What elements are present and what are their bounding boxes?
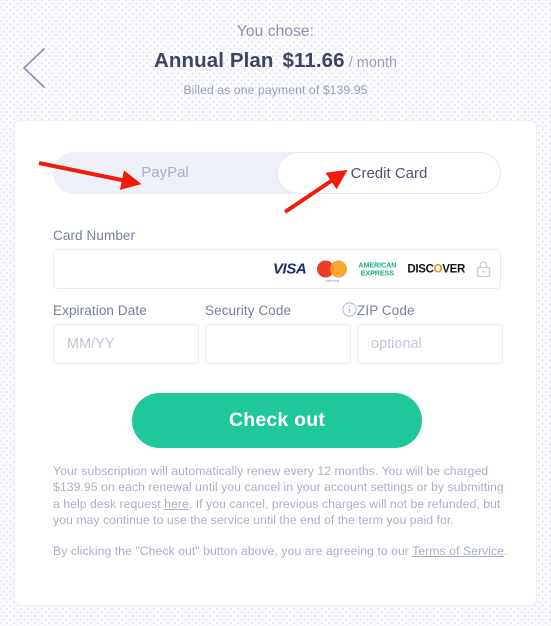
help-desk-link[interactable]: here	[164, 497, 189, 511]
fine-print: Your subscription will automatically ren…	[53, 463, 513, 559]
terms-of-service-link[interactable]: Terms of Service	[412, 544, 504, 558]
expiration-date-input[interactable]: MM/YY	[53, 324, 199, 364]
expiration-date-label: Expiration Date	[53, 303, 147, 318]
mastercard-right-circle	[330, 260, 348, 278]
renewal-disclaimer: Your subscription will automatically ren…	[53, 463, 513, 528]
you-chose-label: You chose:	[236, 23, 315, 40]
zip-code-placeholder: optional	[371, 336, 422, 352]
back-button[interactable]	[18, 45, 52, 91]
lock-icon	[476, 261, 491, 278]
info-circle-icon[interactable]	[342, 302, 357, 322]
mastercard-wordmark: mastercard	[325, 279, 340, 283]
plan-line: Annual Plan $11.66/ month	[0, 48, 551, 76]
chevron-left-icon	[23, 48, 45, 88]
mastercard-logo: mastercard	[317, 260, 348, 283]
plan-summary-header: You chose: Annual Plan $11.66/ month Bill…	[0, 22, 551, 97]
tab-credit-card[interactable]: Credit Card	[277, 152, 501, 194]
terms-text-part1: By clicking the "Check out" button above…	[53, 544, 413, 559]
zip-code-label: ZIP Code	[357, 303, 415, 318]
plan-period: / month	[348, 55, 398, 71]
security-code-label: Security Code	[205, 303, 292, 318]
card-number-label: Card Number	[53, 228, 136, 243]
expiration-placeholder: MM/YY	[67, 336, 115, 352]
visa-logo: VISA	[272, 260, 307, 278]
accepted-card-brands: VISA mastercard AMERICAN EXPRESS DISCOVE…	[272, 260, 491, 283]
card-number-input[interactable]: VISA mastercard AMERICAN EXPRESS DISCOVE…	[53, 249, 501, 289]
terms-text-part2: .	[504, 544, 508, 559]
american-express-logo: AMERICAN EXPRESS	[358, 261, 396, 276]
plan-name: Annual Plan	[153, 49, 274, 72]
check-out-button[interactable]: Check out	[132, 393, 422, 448]
terms-disclaimer: By clicking the "Check out" button above…	[53, 543, 513, 559]
plan-price: $11.66	[282, 49, 345, 72]
checkout-card: PayPal Credit Card Card Number VISA mast…	[14, 120, 537, 606]
zip-code-input[interactable]: optional	[357, 324, 503, 364]
tab-paypal[interactable]: PayPal	[53, 152, 277, 194]
security-code-input[interactable]	[205, 324, 351, 364]
discover-logo: DISCOVER	[407, 263, 465, 275]
billing-note: Billed as one payment of $139.95	[183, 83, 368, 97]
amex-line2: EXPRESS	[360, 268, 394, 277]
payment-method-toggle[interactable]: PayPal Credit Card	[53, 152, 501, 194]
